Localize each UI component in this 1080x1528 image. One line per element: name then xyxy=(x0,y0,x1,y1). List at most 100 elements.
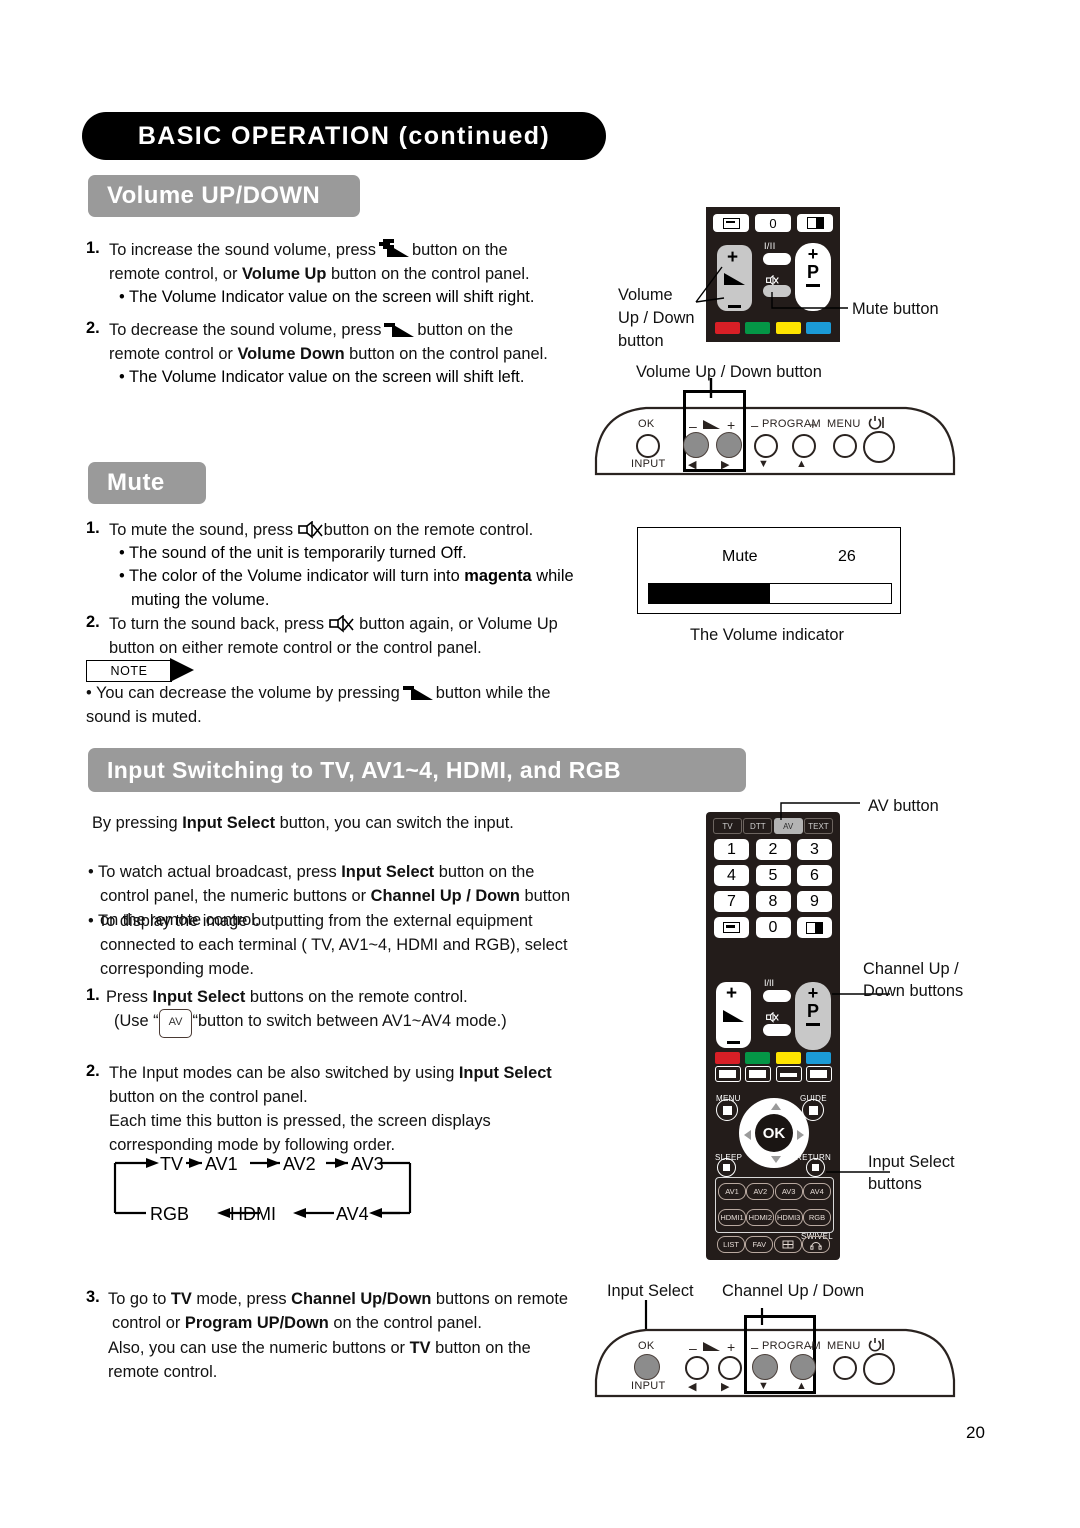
source-key-av[interactable]: AV xyxy=(773,818,803,834)
panel2-volume-up-button[interactable] xyxy=(718,1356,742,1380)
numpad-key-7[interactable]: 7 xyxy=(714,891,749,912)
channel-rocker-key-lg[interactable]: + P xyxy=(795,982,831,1050)
wide-screen-key-lg[interactable] xyxy=(714,917,749,938)
numpad-key-6[interactable]: 6 xyxy=(797,865,832,886)
numpad-key-4[interactable]: 4 xyxy=(714,865,749,886)
menu-key-lg[interactable] xyxy=(716,1099,738,1121)
red-color-key[interactable] xyxy=(715,322,740,334)
mute-icon xyxy=(297,521,324,539)
numpad-key-1[interactable]: 1 xyxy=(714,839,749,860)
panel1-volume-down-button[interactable] xyxy=(683,432,709,458)
panel2-up-arrow: ▲ xyxy=(796,1380,808,1392)
numpad-key-9[interactable]: 9 xyxy=(797,891,832,912)
green-color-key[interactable] xyxy=(745,322,771,334)
numpad-key-2[interactable]: 2 xyxy=(755,839,791,860)
numpad-key-5[interactable]: 5 xyxy=(755,865,791,886)
ok-button-lg[interactable]: OK xyxy=(755,1114,793,1152)
tv-bold-2: TV xyxy=(409,1339,431,1357)
picture-mode-icon xyxy=(806,217,824,229)
zero-key[interactable]: 0 xyxy=(755,214,791,232)
note-flag: NOTE xyxy=(86,660,172,682)
yellow-color-key[interactable] xyxy=(775,322,801,334)
av-key-icon[interactable]: AV xyxy=(158,1009,193,1038)
volume-rocker-key-lg[interactable]: + xyxy=(716,982,751,1048)
headphone-key[interactable] xyxy=(801,1236,830,1253)
program-rocker-key[interactable]: + P xyxy=(795,243,831,311)
mute-step2-l2: button on either remote control or the c… xyxy=(109,638,482,657)
dpad-left-arrow-icon xyxy=(744,1130,751,1140)
blue-color-key[interactable] xyxy=(805,322,831,334)
teletext-hold-key[interactable] xyxy=(775,1066,802,1082)
blue-color-key-lg[interactable] xyxy=(805,1052,831,1064)
svg-text:RGB: RGB xyxy=(150,1204,189,1224)
green-color-key-lg[interactable] xyxy=(745,1052,771,1064)
hdmi2-key[interactable]: HDMI2 xyxy=(746,1209,775,1226)
teletext-subpage-key[interactable] xyxy=(745,1066,772,1082)
numpad-key-8[interactable]: 8 xyxy=(755,891,791,912)
input-s1-a: Press xyxy=(106,988,153,1006)
mute-bullet2-a: • The color of the Volume indicator will… xyxy=(119,567,465,585)
source-key-text[interactable]: TEXT xyxy=(803,818,833,834)
sleep-key-lg[interactable] xyxy=(717,1158,736,1177)
source-key-dtt[interactable]: DTT xyxy=(743,818,773,834)
panel2-program-up-button[interactable] xyxy=(790,1354,816,1380)
panel1-power-button[interactable] xyxy=(863,431,895,463)
mute-key[interactable] xyxy=(763,285,791,297)
panel1-program-down-button[interactable] xyxy=(754,434,778,458)
panel2-prog-minus: – xyxy=(751,1340,759,1355)
numpad-key-3[interactable]: 3 xyxy=(797,839,832,860)
input-s2-l1a: The Input modes can be also switched by … xyxy=(109,1064,459,1082)
volume-indicator-fill xyxy=(649,584,770,603)
input-s2-l4: corresponding mode by following order. xyxy=(109,1135,396,1154)
picture-mode-key[interactable] xyxy=(797,214,833,232)
teletext-index-key[interactable] xyxy=(715,1066,741,1082)
wide-screen-key[interactable] xyxy=(713,214,749,232)
channel-minus-sign xyxy=(806,1023,820,1027)
magenta-bold: magenta xyxy=(464,567,532,585)
volume-plus-sign-lg: + xyxy=(726,983,738,1004)
hdmi1-key[interactable]: HDMI1 xyxy=(718,1209,746,1226)
grid-key[interactable] xyxy=(773,1236,802,1253)
av2-key[interactable]: AV2 xyxy=(746,1183,775,1200)
return-key-lg[interactable] xyxy=(806,1158,825,1177)
input-bullet-2: • To display the image outputting from t… xyxy=(88,910,608,981)
program-plus-sign: + xyxy=(807,244,819,264)
av1-key[interactable]: AV1 xyxy=(718,1183,746,1200)
rgb-key[interactable]: RGB xyxy=(802,1209,831,1226)
av4-key[interactable]: AV4 xyxy=(802,1183,831,1200)
panel2-plus-label: + xyxy=(727,1339,736,1355)
panel2-menu-button[interactable] xyxy=(833,1356,857,1380)
input-intro-b: button, you can switch the input. xyxy=(275,814,514,832)
volume-step2-a: To decrease the sound volume, press xyxy=(109,321,382,339)
list-key[interactable]: LIST xyxy=(717,1236,745,1253)
input-step3-text: To go to TV mode, press Channel Up/Down … xyxy=(108,1288,598,1336)
panel1-ok-input-button[interactable] xyxy=(636,434,660,458)
yellow-color-key-lg[interactable] xyxy=(775,1052,801,1064)
panel2-power-button[interactable] xyxy=(863,1353,895,1385)
source-key-tv[interactable]: TV xyxy=(713,818,742,834)
panel2-input-select-button[interactable] xyxy=(634,1354,660,1380)
panel1-menu-button[interactable] xyxy=(833,434,857,458)
input-select-bold-1: Input Select xyxy=(182,814,276,832)
teletext-reveal-key[interactable] xyxy=(805,1066,832,1082)
mute-bullet2-b: while xyxy=(531,567,574,585)
panel2-program-down-button[interactable] xyxy=(752,1354,778,1380)
panel1-program-up-button[interactable] xyxy=(792,434,816,458)
numpad-key-0[interactable]: 0 xyxy=(755,917,791,938)
sound-mode-key[interactable] xyxy=(763,253,791,265)
picture-mode-key-lg[interactable] xyxy=(797,917,832,938)
mute-key-lg[interactable] xyxy=(763,1024,791,1036)
panel1-volume-up-button[interactable] xyxy=(716,432,742,458)
volume-rocker-key[interactable]: + xyxy=(717,245,752,311)
sound-mode-label: I/II xyxy=(764,241,776,251)
manual-page: BASIC OPERATION (continued) Volume UP/DO… xyxy=(0,0,1080,1528)
input-s3-l1b: mode, press xyxy=(191,1290,292,1308)
hdmi3-key[interactable]: HDMI3 xyxy=(774,1209,803,1226)
av3-key[interactable]: AV3 xyxy=(774,1183,803,1200)
mute-bullet-2: • The color of the Volume indicator will… xyxy=(119,565,589,613)
sound-mode-key-lg[interactable] xyxy=(763,990,791,1002)
red-color-key-lg[interactable] xyxy=(715,1052,740,1064)
panel2-volume-down-button[interactable] xyxy=(685,1356,709,1380)
channel-p-letter: P xyxy=(806,1001,819,1021)
fav-key[interactable]: FAV xyxy=(745,1236,774,1253)
